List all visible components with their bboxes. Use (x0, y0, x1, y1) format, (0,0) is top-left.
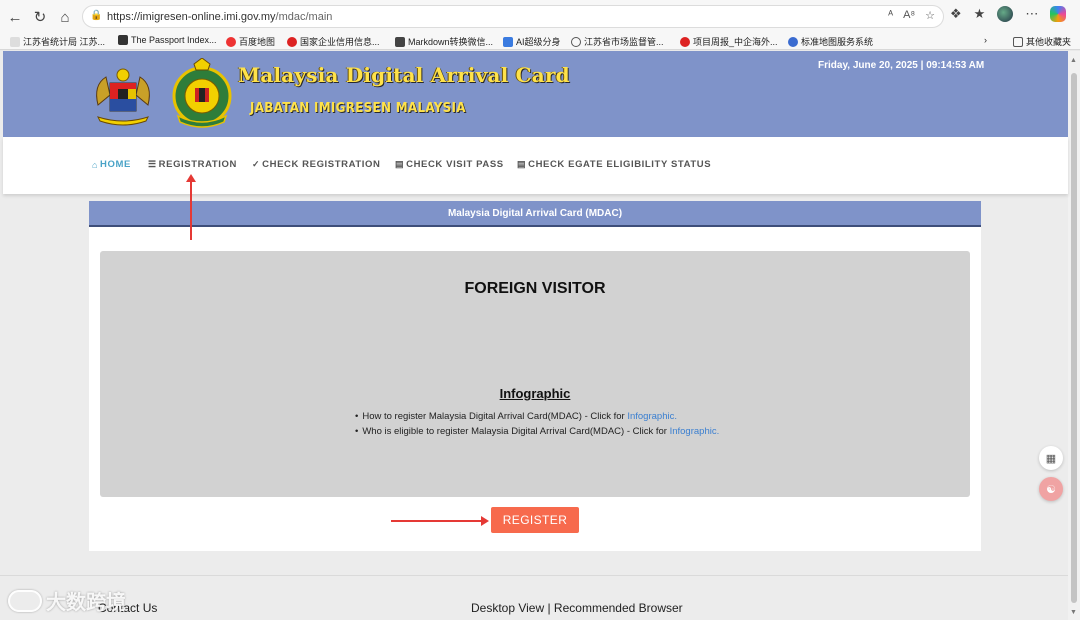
infographic-heading: Infographic (499, 386, 571, 401)
browser-toolbar: ← ↻ ⌂ 🔒 https://imigresen-online.imi.gov… (0, 0, 1080, 33)
infographic-link[interactable]: Infographic. (627, 411, 677, 422)
current-datetime: Friday, June 20, 2025 | 09:14:53 AM (818, 60, 985, 71)
back-icon[interactable]: ← (2, 4, 28, 30)
scrollbar[interactable]: ▲ ▼ (1068, 51, 1080, 620)
nav-check-visit-pass[interactable]: ▤ CHECK VISIT PASS (395, 159, 504, 170)
document-icon: ▤ (395, 159, 405, 169)
more-menu-icon[interactable]: ⋯ (1025, 6, 1038, 22)
home-icon[interactable]: ⌂ (52, 4, 78, 30)
nav-check-registration[interactable]: ✓ CHECK REGISTRATION (252, 159, 380, 170)
chevron-right-icon[interactable]: › (984, 35, 987, 45)
bookmark-item[interactable]: 百度地图 (226, 35, 275, 48)
document-icon: ▤ (517, 159, 527, 169)
bookmark-item[interactable]: 项目周报_中企海外... (680, 35, 778, 48)
register-button[interactable]: REGISTER (491, 507, 579, 533)
scroll-down-icon[interactable]: ▼ (1070, 609, 1077, 616)
bookmark-item[interactable]: 江苏省市场监督管... (571, 35, 664, 48)
annotation-arrow-head (186, 174, 196, 182)
list-item: How to register Malaysia Digital Arrival… (355, 411, 719, 422)
bookmark-item[interactable]: The Passport Index... (118, 35, 217, 45)
qr-code-icon[interactable]: ▦ (1039, 446, 1063, 470)
lock-icon: 🔒 (90, 10, 103, 21)
coat-of-arms-logo (96, 68, 150, 126)
list-item: Who is eligible to register Malaysia Dig… (355, 426, 719, 437)
refresh-icon[interactable]: ↻ (27, 4, 53, 30)
watermark: 大数跨境 (8, 586, 126, 615)
home-icon: ⌂ (92, 159, 99, 170)
card-heading: Malaysia Digital Arrival Card (MDAC) (89, 201, 981, 227)
list-icon: ☰ (148, 159, 157, 169)
text-size-icon[interactable]: A⁸ (903, 9, 915, 22)
favorites-icon[interactable]: ★ (974, 6, 986, 22)
footer-links[interactable]: Desktop View | Recommended Browser (471, 601, 683, 615)
infographic-link[interactable]: Infographic. (670, 426, 720, 437)
bookmark-item[interactable]: AI超级分身 (503, 35, 561, 48)
address-bar[interactable]: 🔒 https://imigresen-online.imi.gov.my/md… (82, 5, 944, 28)
nav-registration[interactable]: ☰ REGISTRATION (148, 159, 237, 170)
url-host: https://imigresen-online.imi.gov.my (107, 10, 276, 23)
profile-avatar[interactable] (997, 6, 1014, 22)
read-aloud-icon[interactable]: ᴬ (888, 9, 893, 22)
site-title: Malaysia Digital Arrival Card (238, 63, 570, 87)
main-navbar: ⌂ HOME ☰ REGISTRATION ✓ CHECK REGISTRATION … (3, 137, 1068, 194)
annotation-arrow-head (481, 516, 489, 526)
watermark-logo-icon (8, 589, 42, 612)
copilot-icon[interactable] (1050, 6, 1067, 22)
url-path: /mdac/main (275, 10, 333, 23)
bookmarks-bar: 江苏省统计局 江苏... The Passport Index... 百度地图 … (0, 33, 1080, 50)
immigration-badge-logo (172, 58, 232, 128)
infographic-list: How to register Malaysia Digital Arrival… (355, 411, 719, 441)
bookmark-item[interactable]: 江苏省统计局 江苏... (10, 35, 105, 48)
annotation-arrow-line (190, 180, 192, 240)
extensions-icon[interactable]: ❖ (950, 6, 962, 22)
bookmark-item[interactable]: 标准地图服务系统 (788, 35, 873, 48)
nav-home[interactable]: ⌂ HOME (92, 159, 131, 170)
annotation-arrow-line (391, 520, 483, 522)
check-circle-icon: ✓ (252, 159, 261, 169)
favorite-star-icon[interactable]: ☆ (925, 9, 935, 22)
nav-check-egate[interactable]: ▤ CHECK EGATE ELIGIBILITY STATUS (517, 159, 711, 170)
panel-title: FOREIGN VISITOR (464, 280, 606, 297)
scroll-up-icon[interactable]: ▲ (1070, 57, 1077, 64)
scrollbar-thumb[interactable] (1071, 73, 1077, 603)
site-subtitle: JABATAN IMIGRESEN MALAYSIA (250, 101, 466, 116)
bookmark-folder[interactable]: 其他收藏夹 (1013, 35, 1071, 48)
bookmark-item[interactable]: Markdown转换微信... (395, 35, 493, 48)
bookmark-item[interactable]: 国家企业信用信息... (287, 35, 380, 48)
translate-icon[interactable]: ☯ (1039, 477, 1063, 501)
